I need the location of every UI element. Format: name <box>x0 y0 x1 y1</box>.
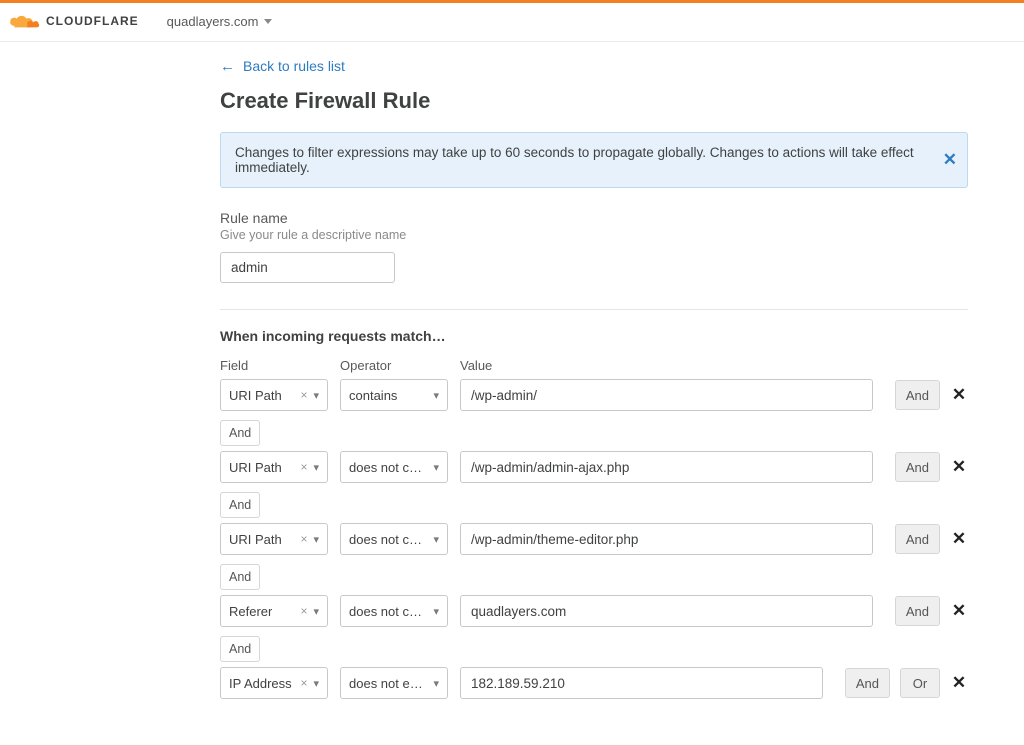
and-button[interactable]: And <box>845 668 890 698</box>
field-select-value: URI Path <box>229 532 282 547</box>
connector-label: And <box>220 420 260 446</box>
clear-icon[interactable]: × <box>300 676 307 690</box>
field-select[interactable]: URI Path × ▾ <box>220 379 328 411</box>
value-input[interactable] <box>460 523 873 555</box>
info-notice: Changes to filter expressions may take u… <box>220 132 968 188</box>
clear-icon[interactable]: × <box>300 388 307 402</box>
operator-select-value: does not cont... <box>349 532 423 547</box>
app-header: CLOUDFLARE quadlayers.com <box>0 3 1024 42</box>
close-icon[interactable]: ✕ <box>943 150 957 170</box>
connector-label: And <box>220 564 260 590</box>
and-button[interactable]: And <box>895 524 940 554</box>
clear-icon[interactable]: × <box>300 460 307 474</box>
field-select[interactable]: URI Path × ▾ <box>220 523 328 555</box>
delete-row-icon[interactable]: ✕ <box>950 673 968 693</box>
col-value-label: Value <box>460 358 968 373</box>
row-actions: And Or ✕ <box>845 668 968 698</box>
rule-name-label: Rule name <box>220 210 968 226</box>
operator-select[interactable]: does not cont... ▾ <box>340 595 448 627</box>
rule-row: IP Address × ▾ does not equal ▾ And Or ✕ <box>220 667 968 699</box>
row-connector: And <box>220 417 968 451</box>
rule-name-help: Give your rule a descriptive name <box>220 228 968 242</box>
section-divider <box>220 309 968 310</box>
col-operator-label: Operator <box>340 358 448 373</box>
rule-row: URI Path × ▾ does not cont... ▾ And ✕ <box>220 451 968 483</box>
rule-name-input[interactable] <box>220 252 395 283</box>
operator-select[interactable]: does not equal ▾ <box>340 667 448 699</box>
delete-row-icon[interactable]: ✕ <box>950 457 968 477</box>
field-select-value: URI Path <box>229 388 282 403</box>
and-button[interactable]: And <box>895 452 940 482</box>
connector-label: And <box>220 636 260 662</box>
value-input[interactable] <box>460 667 823 699</box>
field-select-value: URI Path <box>229 460 282 475</box>
arrow-left-icon: ← <box>220 59 235 74</box>
clear-icon[interactable]: × <box>300 532 307 546</box>
caret-down-icon: ▾ <box>313 389 319 402</box>
caret-down-icon: ▾ <box>313 533 319 546</box>
and-button[interactable]: And <box>895 380 940 410</box>
caret-down-icon: ▾ <box>313 605 319 618</box>
and-button[interactable]: And <box>895 596 940 626</box>
notice-text: Changes to filter expressions may take u… <box>235 145 914 175</box>
rule-row: URI Path × ▾ does not cont... ▾ And ✕ <box>220 523 968 555</box>
caret-down-icon <box>264 19 272 24</box>
or-button[interactable]: Or <box>900 668 940 698</box>
row-actions: And ✕ <box>895 596 968 626</box>
operator-select[interactable]: does not cont... ▾ <box>340 451 448 483</box>
operator-select[interactable]: contains ▾ <box>340 379 448 411</box>
row-connector: And <box>220 561 968 595</box>
operator-select-value: contains <box>349 388 397 403</box>
back-to-rules-link[interactable]: ← Back to rules list <box>220 58 968 74</box>
caret-down-icon: ▾ <box>433 605 439 618</box>
page-title: Create Firewall Rule <box>220 88 968 114</box>
delete-row-icon[interactable]: ✕ <box>950 385 968 405</box>
value-input[interactable] <box>460 379 873 411</box>
brand-logo: CLOUDFLARE <box>8 13 139 29</box>
backlink-label: Back to rules list <box>243 58 345 74</box>
delete-row-icon[interactable]: ✕ <box>950 601 968 621</box>
caret-down-icon: ▾ <box>313 461 319 474</box>
cloud-icon <box>8 13 40 29</box>
caret-down-icon: ▾ <box>433 677 439 690</box>
caret-down-icon: ▾ <box>433 533 439 546</box>
domain-selector-label: quadlayers.com <box>167 14 259 29</box>
operator-select-value: does not cont... <box>349 460 423 475</box>
row-actions: And ✕ <box>895 524 968 554</box>
field-select-value: IP Address <box>229 676 292 691</box>
field-select[interactable]: URI Path × ▾ <box>220 451 328 483</box>
value-input[interactable] <box>460 595 873 627</box>
row-connector: And <box>220 633 968 667</box>
columns-header: Field Operator Value <box>220 358 968 373</box>
rule-row: Referer × ▾ does not cont... ▾ And ✕ <box>220 595 968 627</box>
caret-down-icon: ▾ <box>433 389 439 402</box>
caret-down-icon: ▾ <box>313 677 319 690</box>
match-section-title: When incoming requests match… <box>220 328 968 344</box>
rule-row: URI Path × ▾ contains ▾ And ✕ <box>220 379 968 411</box>
operator-select-value: does not cont... <box>349 604 423 619</box>
col-field-label: Field <box>220 358 328 373</box>
field-select-value: Referer <box>229 604 272 619</box>
row-actions: And ✕ <box>895 452 968 482</box>
row-connector: And <box>220 489 968 523</box>
brand-name: CLOUDFLARE <box>46 14 139 28</box>
field-select[interactable]: IP Address × ▾ <box>220 667 328 699</box>
caret-down-icon: ▾ <box>433 461 439 474</box>
clear-icon[interactable]: × <box>300 604 307 618</box>
connector-label: And <box>220 492 260 518</box>
row-actions: And ✕ <box>895 380 968 410</box>
field-select[interactable]: Referer × ▾ <box>220 595 328 627</box>
delete-row-icon[interactable]: ✕ <box>950 529 968 549</box>
operator-select[interactable]: does not cont... ▾ <box>340 523 448 555</box>
value-input[interactable] <box>460 451 873 483</box>
domain-selector[interactable]: quadlayers.com <box>167 14 273 29</box>
operator-select-value: does not equal <box>349 676 423 691</box>
